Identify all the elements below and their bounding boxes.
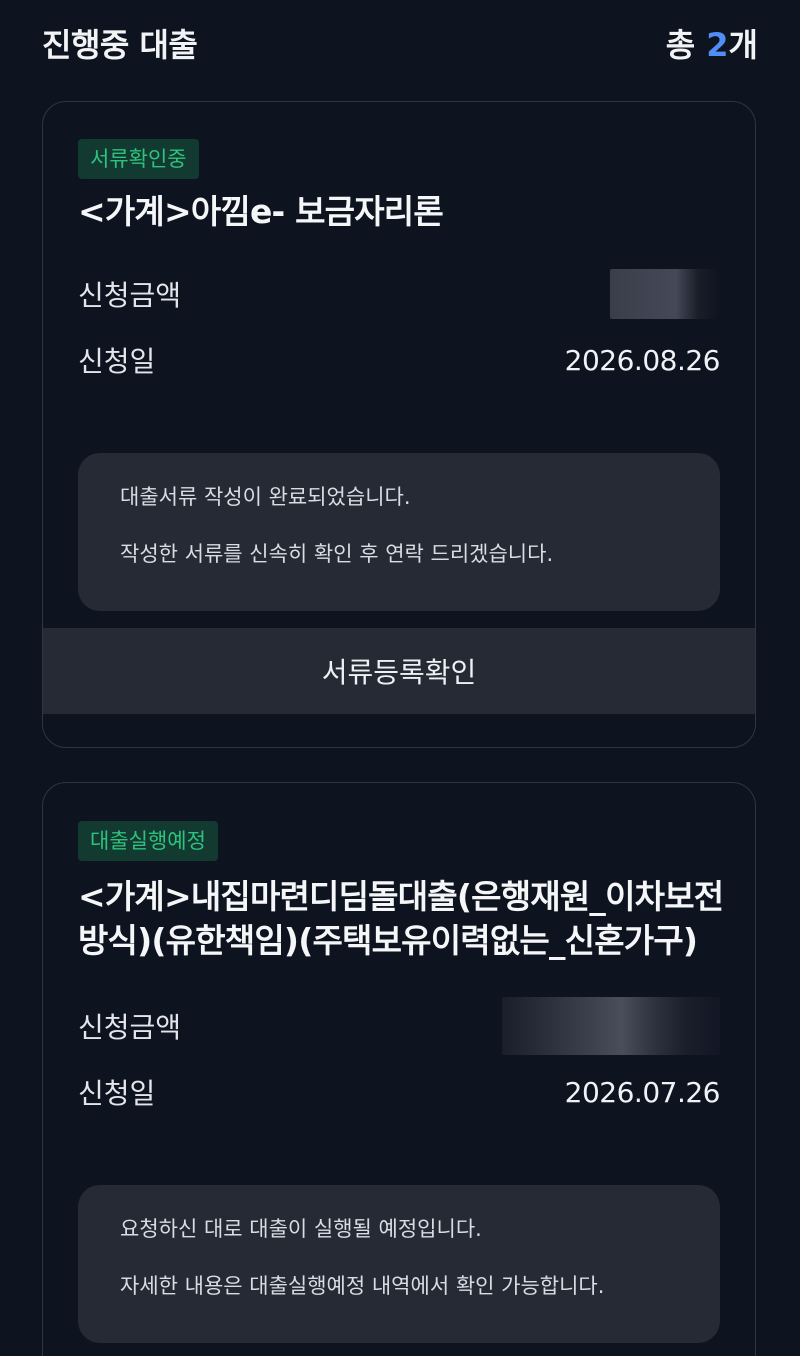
loan-card[interactable]: 서류확인중 <가계>아낌e- 보금자리론 신청금액 신청일 2026.08.26… [42,101,756,748]
amount-row: 신청금액 [78,997,720,1055]
page-title: 진행중 대출 [42,26,198,64]
loan-count-value: 2 [706,26,729,64]
loan-title: <가계>아낌e- 보금자리론 [78,192,444,231]
date-value: 2026.08.26 [564,343,721,377]
notice-line: 요청하신 대로 대출이 실행될 예정입니다. [120,1217,482,1241]
masked-amount-value [610,269,720,319]
loan-count-suffix: 개 [728,26,758,64]
document-registration-check-button[interactable]: 서류등록확인 [43,628,755,714]
date-row: 신청일 2026.08.26 [78,340,721,380]
date-label: 신청일 [78,1077,156,1110]
date-row: 신청일 2026.07.26 [78,1072,721,1112]
loan-count: 총 2개 [666,20,758,66]
notice-box: 요청하신 대로 대출이 실행될 예정입니다. 자세한 내용은 대출실행예정 내역… [78,1185,720,1343]
notice-box: 대출서류 작성이 완료되었습니다. 작성한 서류를 신속히 확인 후 연락 드리… [78,453,720,611]
date-value: 2026.07.26 [564,1075,721,1109]
loan-card[interactable]: 대출실행예정 <가계>내집마련디딤돌대출(은행재원_이차보전방식)(유한책임)(… [42,782,756,1356]
loan-count-prefix: 총 [665,26,696,64]
notice-line: 작성한 서류를 신속히 확인 후 연락 드리겠습니다. [120,542,554,566]
amount-row: 신청금액 [78,269,720,319]
masked-amount-value [502,997,720,1055]
loan-title: <가계>내집마련디딤돌대출(은행재원_이차보전방식)(유한책임)(주택보유이력없… [78,877,724,960]
notice-line: 자세한 내용은 대출실행예정 내역에서 확인 가능합니다. [120,1274,605,1298]
page-header: 진행중 대출 총 2개 [42,18,758,68]
date-label: 신청일 [78,345,156,378]
status-badge: 대출실행예정 [78,821,218,861]
status-badge: 서류확인중 [78,139,199,179]
amount-label: 신청금액 [78,279,182,312]
amount-label: 신청금액 [78,1011,182,1044]
notice-line: 대출서류 작성이 완료되었습니다. [120,485,411,509]
